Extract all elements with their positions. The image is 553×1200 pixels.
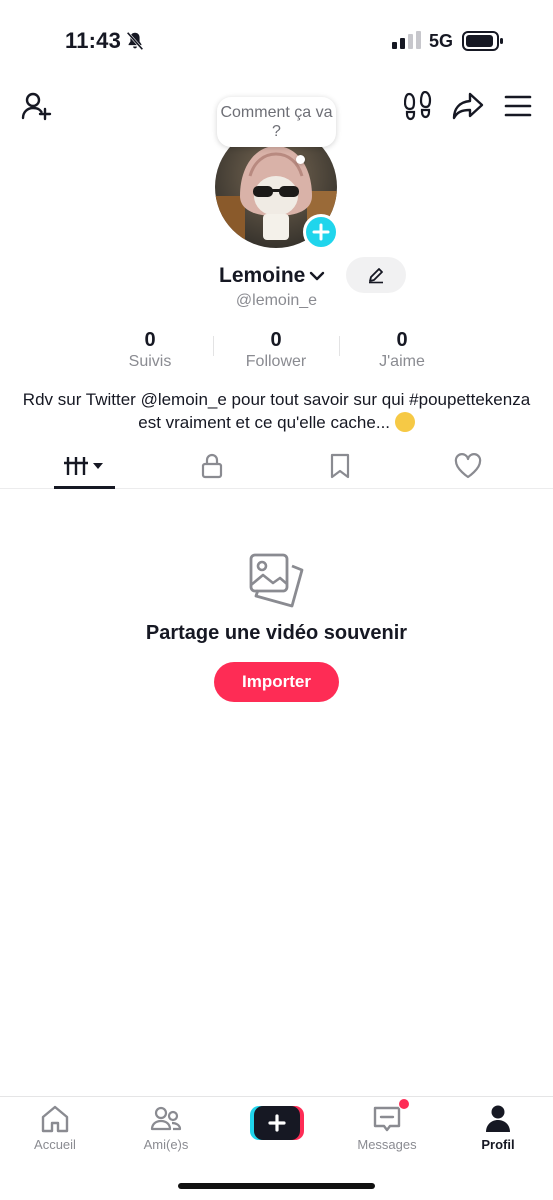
stat-label: Follower bbox=[245, 353, 307, 370]
stat-following[interactable]: 0 Suivis bbox=[90, 328, 210, 372]
bell-muted-icon bbox=[126, 31, 144, 51]
profile-views-button[interactable] bbox=[398, 88, 438, 124]
menu-button[interactable] bbox=[500, 88, 536, 124]
chevron-down-icon bbox=[310, 271, 325, 281]
empty-state-title: Partage une vidéo souvenir bbox=[145, 622, 408, 644]
stat-value: 0 bbox=[396, 329, 408, 351]
battery-icon bbox=[462, 31, 503, 51]
profile-icon bbox=[486, 1105, 510, 1132]
bio-text: Rdv sur Twitter @lemoin_e pour tout savo… bbox=[22, 390, 531, 432]
stat-label: J'aime bbox=[379, 353, 425, 370]
heart-icon bbox=[454, 453, 482, 479]
shushing-face-icon bbox=[394, 412, 415, 432]
stat-value: 0 bbox=[270, 329, 282, 351]
add-friend-icon bbox=[21, 92, 52, 121]
stat-divider bbox=[339, 336, 340, 356]
import-button-label: Importer bbox=[242, 672, 311, 691]
bio: Rdv sur Twitter @lemoin_e pour tout savo… bbox=[20, 388, 533, 434]
stat-followers[interactable]: 0 Follower bbox=[216, 328, 336, 372]
videos-grid-icon bbox=[64, 457, 103, 475]
username: @lemoin_e bbox=[235, 292, 318, 309]
footprint-icon bbox=[404, 91, 432, 121]
lock-icon bbox=[201, 453, 223, 479]
network-label: 5G bbox=[429, 31, 454, 51]
stat-label: Suivis bbox=[128, 353, 172, 370]
inbox-icon bbox=[373, 1106, 401, 1132]
nav-profile[interactable]: Profil bbox=[448, 1103, 548, 1159]
tab-videos[interactable] bbox=[50, 446, 120, 486]
home-indicator[interactable] bbox=[178, 1183, 375, 1189]
nav-friends[interactable]: Ami(e)s bbox=[116, 1103, 216, 1159]
nav-label: Profil bbox=[481, 1137, 515, 1152]
share-icon bbox=[452, 92, 484, 120]
create-button[interactable] bbox=[250, 1106, 304, 1140]
nav-home[interactable]: Accueil bbox=[5, 1103, 105, 1159]
stat-value: 0 bbox=[144, 329, 156, 351]
add-avatar-button[interactable] bbox=[303, 214, 339, 250]
menu-icon bbox=[504, 95, 532, 117]
nav-label: Ami(e)s bbox=[143, 1137, 189, 1152]
account-switcher[interactable]: Lemoine bbox=[219, 262, 326, 290]
home-icon bbox=[41, 1105, 69, 1133]
plus-icon bbox=[312, 223, 330, 241]
profile-tabs bbox=[0, 446, 553, 489]
import-button[interactable]: Importer bbox=[214, 662, 339, 702]
active-tab-indicator bbox=[54, 486, 115, 489]
tab-favorites[interactable] bbox=[305, 446, 375, 486]
add-friend-button[interactable] bbox=[16, 88, 56, 124]
signal-icon bbox=[392, 31, 421, 49]
stat-likes[interactable]: 0 J'aime bbox=[342, 328, 462, 372]
status-bubble-tail bbox=[296, 155, 305, 164]
nav-label: Messages bbox=[357, 1137, 417, 1152]
status-bubble-text: Comment ça va ? bbox=[220, 104, 333, 140]
notification-dot bbox=[398, 1098, 410, 1110]
share-profile-button[interactable] bbox=[446, 88, 490, 124]
stat-divider bbox=[213, 336, 214, 356]
tab-private[interactable] bbox=[177, 446, 247, 486]
nav-messages[interactable]: Messages bbox=[337, 1103, 437, 1159]
tab-liked[interactable] bbox=[433, 446, 503, 486]
profile-stats: 0 Suivis 0 Follower 0 J'aime bbox=[0, 328, 553, 374]
profile-screen: 11:43 5G Comment ça va ? Lemoine @lemoin… bbox=[0, 0, 553, 1200]
display-name: Lemoine bbox=[219, 264, 306, 287]
edit-profile-button[interactable] bbox=[346, 257, 406, 293]
photos-icon bbox=[249, 553, 304, 608]
friends-icon bbox=[150, 1106, 182, 1131]
nav-label: Accueil bbox=[34, 1137, 76, 1152]
status-bubble[interactable]: Comment ça va ? bbox=[217, 97, 336, 147]
bookmark-icon bbox=[330, 453, 350, 479]
pencil-icon bbox=[369, 268, 383, 284]
status-time: 11:43 bbox=[65, 28, 122, 53]
